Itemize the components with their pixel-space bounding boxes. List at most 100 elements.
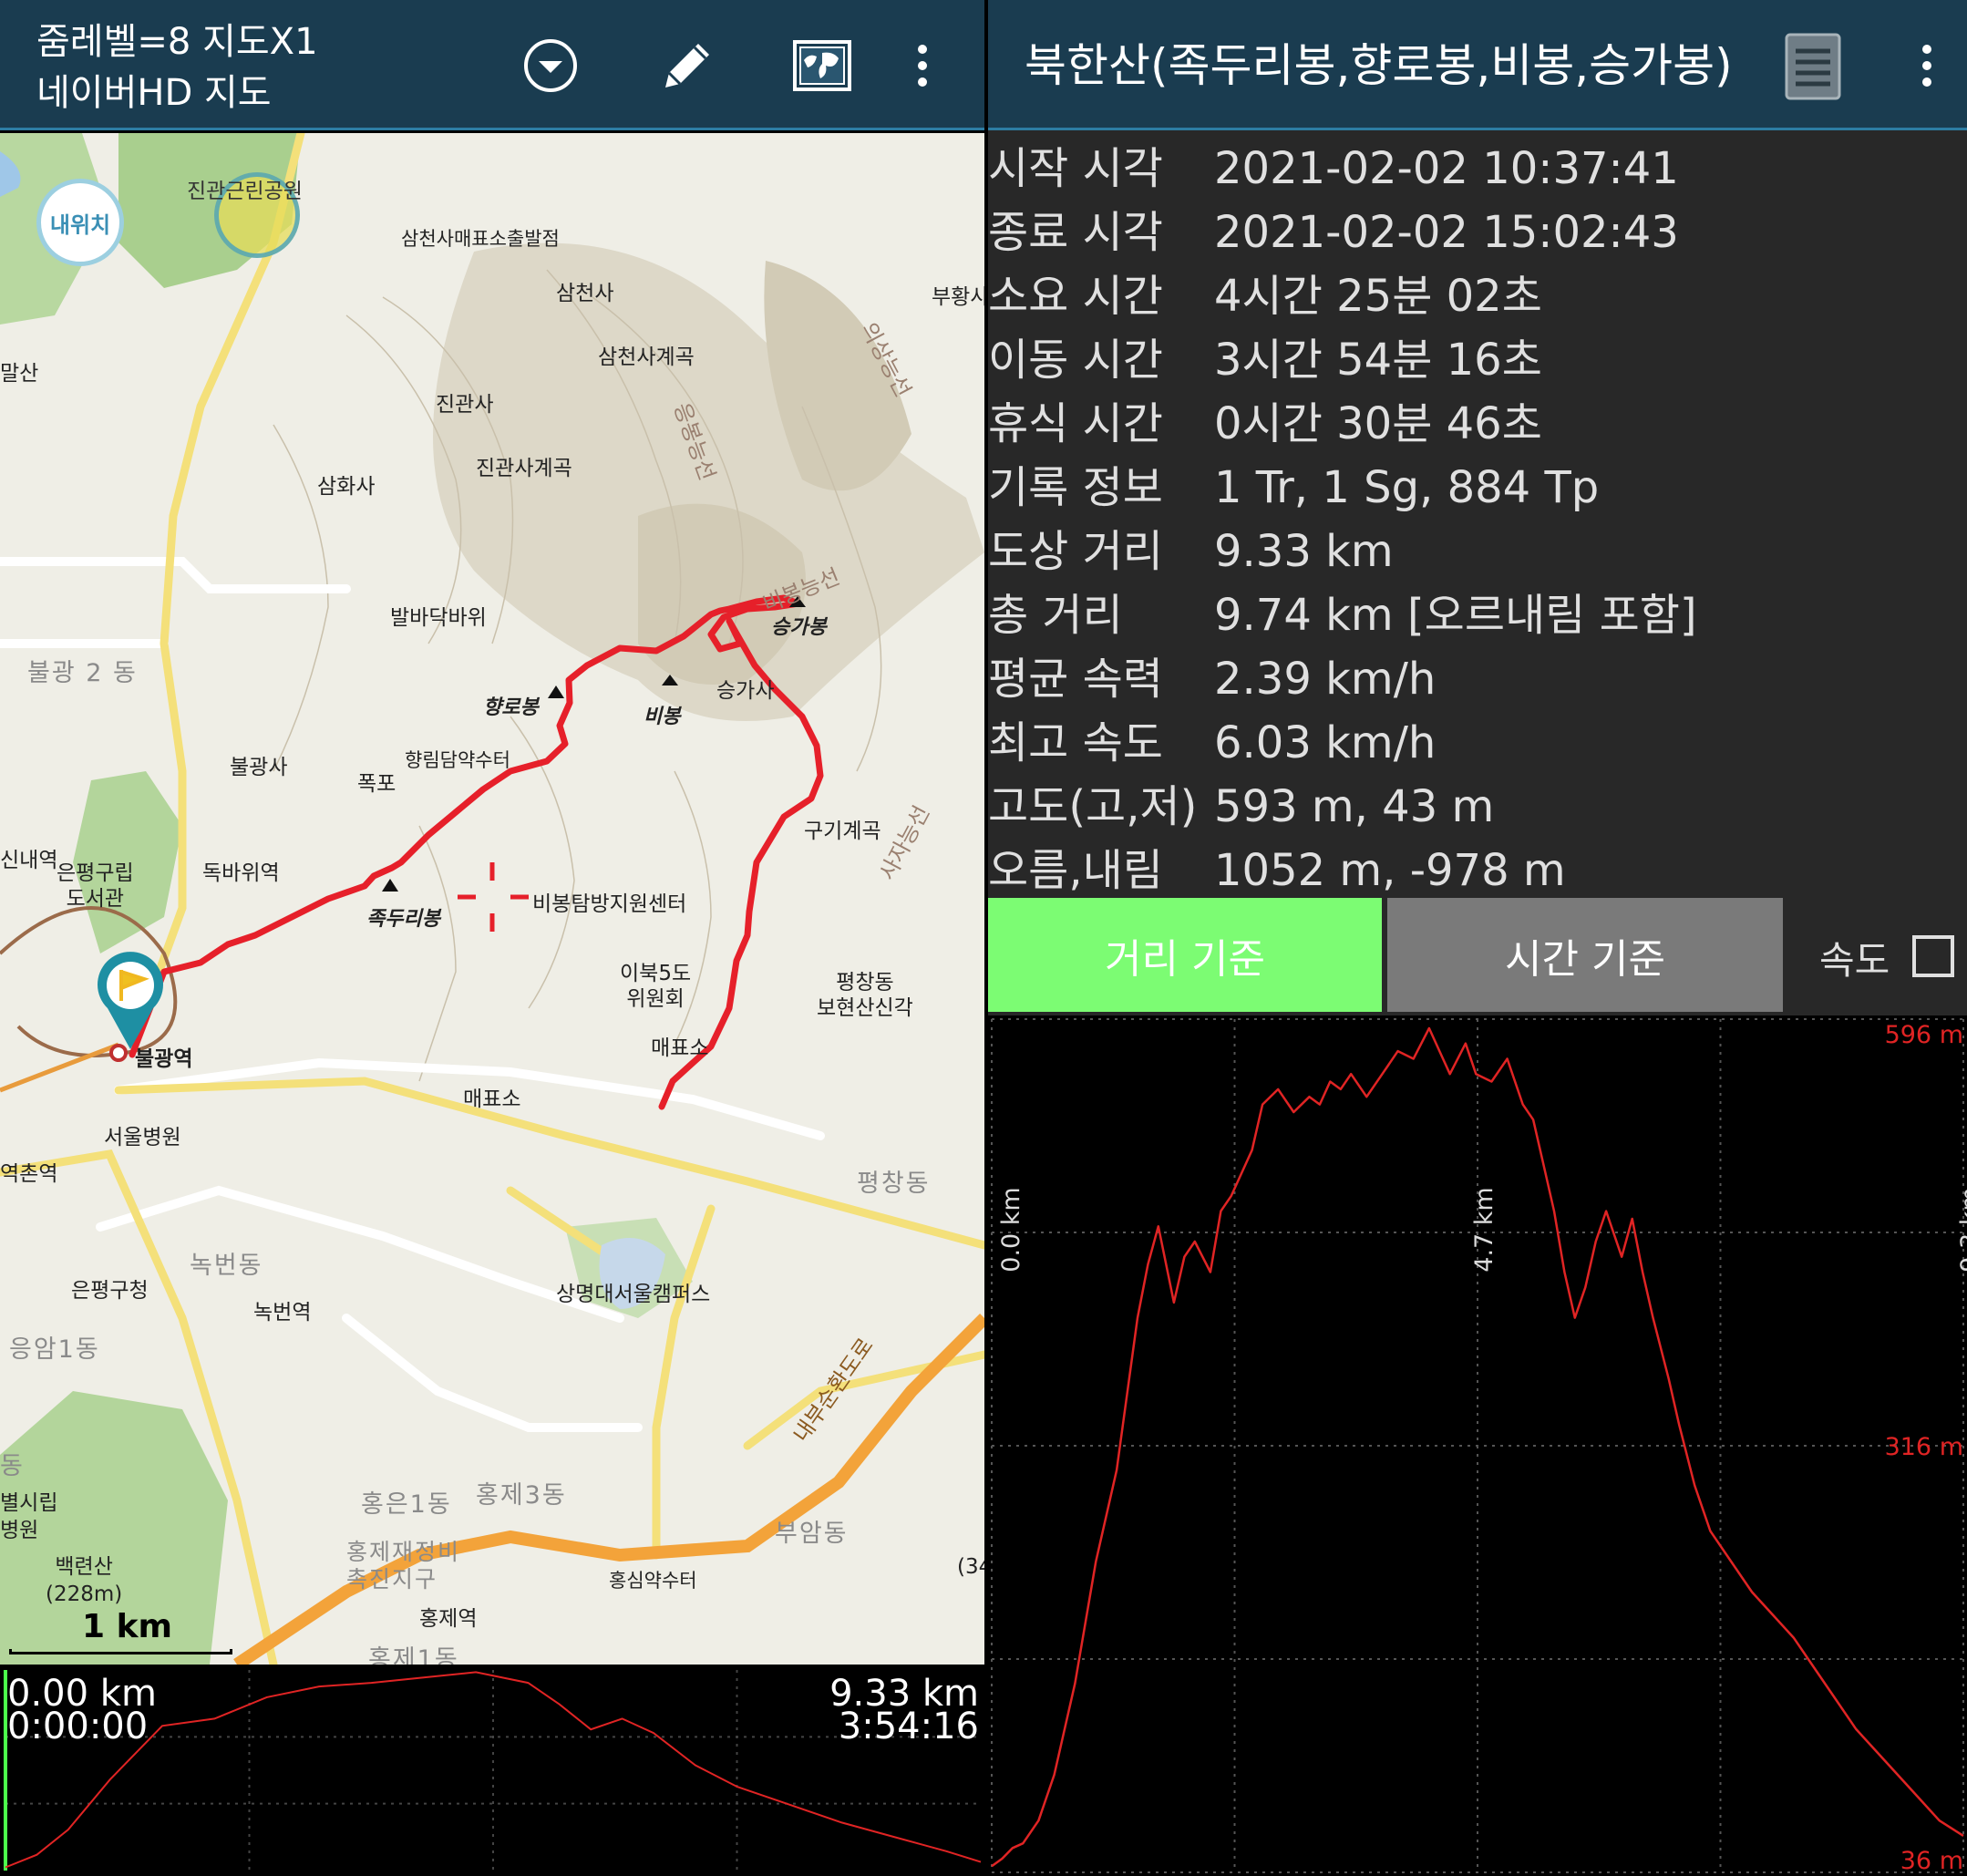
stat-label: 고도(고,저) [988, 781, 1198, 832]
stat-label: 종료 시각 [988, 207, 1163, 258]
place-label: 진관사 [436, 393, 494, 417]
peak-label-bibong: 비봉 [644, 706, 681, 728]
place-label: 진관근린공원 [187, 180, 303, 203]
stat-value: 0시간 30분 46초 [1214, 398, 1542, 449]
district-label: 평창동 [857, 1170, 931, 1198]
stat-label: 도상 거리 [988, 526, 1163, 577]
more-vert-icon[interactable] [901, 33, 944, 98]
place-label: 불광사 [230, 756, 288, 779]
dropdown-circle-icon[interactable] [518, 33, 583, 98]
place-label: 별시립 병원 [0, 1491, 58, 1542]
place-label: 독바위역 [202, 861, 280, 885]
y-tick-label: 316 m [1885, 1433, 1963, 1461]
place-label: 폭포 [357, 772, 396, 796]
tab-time-basis[interactable]: 시간 기준 [1387, 898, 1783, 1012]
place-label: 삼화사 [317, 475, 376, 499]
map-source-label: 네이버HD 지도 [36, 72, 272, 114]
map-app-bar: 줌레벨=8 지도X1 네이버HD 지도 [0, 0, 984, 130]
district-label: 응암1동 [9, 1335, 100, 1364]
tab-distance-basis[interactable]: 거리 기준 [988, 898, 1382, 1012]
scale-bar [9, 1649, 232, 1654]
stat-row-moving-time: 이동 시간 3시간 54분 16초 [988, 328, 1967, 392]
speed-checkbox-label: 속도 [1819, 938, 1890, 983]
stat-row-ascent-descent: 오름,내림 1052 m, -978 m [988, 839, 1967, 902]
place-label: 상명대서울캠퍼스 [556, 1283, 711, 1306]
map-layers-icon[interactable] [789, 33, 855, 98]
stat-value: 4시간 25분 02초 [1214, 271, 1542, 322]
place-label: 이북5도 위원회 [620, 962, 692, 1011]
stat-value: 1052 m, -978 m [1214, 845, 1566, 896]
stat-row-elapsed: 소요 시간 4시간 25분 02초 [988, 264, 1967, 328]
zoom-level-label: 줌레벨=8 지도X1 [36, 21, 318, 63]
stat-row-record-info: 기록 정보 1 Tr, 1 Sg, 884 Tp [988, 456, 1967, 520]
district-label: 동 [0, 1452, 25, 1480]
place-label: 말산 [0, 362, 39, 386]
district-label: 녹번동 [190, 1252, 263, 1280]
stat-row-rest-time: 휴식 시간 0시간 30분 46초 [988, 392, 1967, 456]
place-label: 매표소 [651, 1036, 709, 1060]
scale-label: 1 km [82, 1608, 173, 1645]
place-label: 비봉탐방지원센터 [532, 892, 687, 916]
place-label: 은평구립 도서관 [57, 861, 134, 911]
mountain-label: 백련산 (228m) [46, 1555, 123, 1606]
stat-label: 기록 정보 [988, 462, 1163, 513]
station-label: 역촌역 [0, 1162, 58, 1186]
place-label: 승가사 [716, 679, 775, 703]
district-label: 홍제3동 [476, 1481, 567, 1510]
map-title: 줌레벨=8 지도X1 네이버HD 지도 [36, 16, 318, 119]
place-label: 향림담약수터 [405, 749, 510, 771]
place-label: 신내역 [0, 849, 58, 872]
elevation-chart[interactable]: 596 m 316 m 36 m 0.0 km 4.7 km 9.3 km [988, 1015, 1967, 1876]
place-label: 진관사계곡 [476, 457, 572, 480]
stat-label: 최고 속도 [988, 717, 1163, 768]
my-location-button[interactable]: 내위치 [36, 179, 124, 266]
place-label: 은평구청 [71, 1279, 149, 1303]
stat-label: 이동 시간 [988, 335, 1163, 386]
district-label: 부암동 [775, 1520, 849, 1548]
place-label: (34 [957, 1555, 984, 1579]
more-vert-icon[interactable] [1905, 33, 1949, 98]
place-label: 삼천사계곡 [598, 345, 695, 369]
stat-label: 총 거리 [988, 590, 1123, 641]
y-tick-label: 36 m [1900, 1847, 1963, 1875]
stat-label: 평균 속력 [988, 654, 1163, 705]
stat-value: 9.33 km [1214, 526, 1394, 577]
place-label: 부황사 [932, 285, 984, 309]
stat-row-map-distance: 도상 거리 9.33 km [988, 520, 1967, 583]
stat-row-start-time: 시작 시각 2021-02-02 10:37:41 [988, 137, 1967, 201]
track-stats-list: 시작 시각 2021-02-02 10:37:41 종료 시각 2021-02-02… [988, 137, 1967, 902]
stat-label: 휴식 시간 [988, 398, 1163, 449]
station-label: 홍제역 [419, 1607, 478, 1631]
stat-value: 2021-02-02 10:37:41 [1214, 143, 1679, 194]
map-view[interactable]: 내위치 진관근린공원 삼천사매표소출발점 삼천사 부황사 말산 삼천사계곡 의상… [0, 133, 984, 1665]
stat-label: 오름,내림 [988, 845, 1163, 896]
stat-row-avg-speed: 평균 속력 2.39 km/h [988, 647, 1967, 711]
district-label: 홍제1동 [368, 1645, 459, 1665]
x-tick-label: 9.3 km [1956, 1187, 1967, 1272]
track-info-screen: 북한산(족두리봉,향로봉,비봉,승가봉) 시작 시각 2021-02-02 10:… [988, 0, 1967, 1876]
track-app-bar: 북한산(족두리봉,향로봉,비봉,승가봉) [988, 0, 1967, 130]
pencil-icon[interactable] [653, 33, 718, 98]
district-label: 홍제재정비 촉진지구 [346, 1539, 461, 1593]
stat-row-max-speed: 최고 속도 6.03 km/h [988, 711, 1967, 775]
speed-checkbox[interactable] [1912, 935, 1954, 977]
stat-value: 1 Tr, 1 Sg, 884 Tp [1214, 462, 1600, 513]
place-label: 서울병원 [104, 1126, 181, 1149]
stat-value: 2.39 km/h [1214, 654, 1437, 705]
mini-start-time: 0:00:00 [7, 1706, 149, 1747]
stat-value: 593 m, 43 m [1214, 781, 1495, 832]
peak-label-hyangnobong: 향로봉 [483, 696, 539, 719]
place-label: 삼천사 [556, 282, 614, 305]
place-label: 평창동 보현산신각 [817, 971, 913, 1020]
station-label: 불광역 [135, 1047, 193, 1071]
place-label: 매표소 [463, 1087, 521, 1111]
stat-value: 9.74 km [오르내림 포함] [1214, 590, 1697, 641]
stat-row-altitude: 고도(고,저) 593 m, 43 m [988, 775, 1967, 839]
x-tick-label: 0.0 km [997, 1187, 1025, 1272]
document-list-icon[interactable] [1781, 31, 1845, 102]
peak-label-jokduribong: 족두리봉 [366, 908, 440, 931]
mini-end-time: 3:54:16 [838, 1706, 979, 1747]
stat-value: 6.03 km/h [1214, 717, 1437, 768]
mini-elevation-profile[interactable]: 0.00 km 0:00:00 9.33 km 3:54:16 [0, 1665, 984, 1876]
elevation-chart-svg: 596 m 316 m 36 m 0.0 km 4.7 km 9.3 km [991, 1018, 1967, 1875]
